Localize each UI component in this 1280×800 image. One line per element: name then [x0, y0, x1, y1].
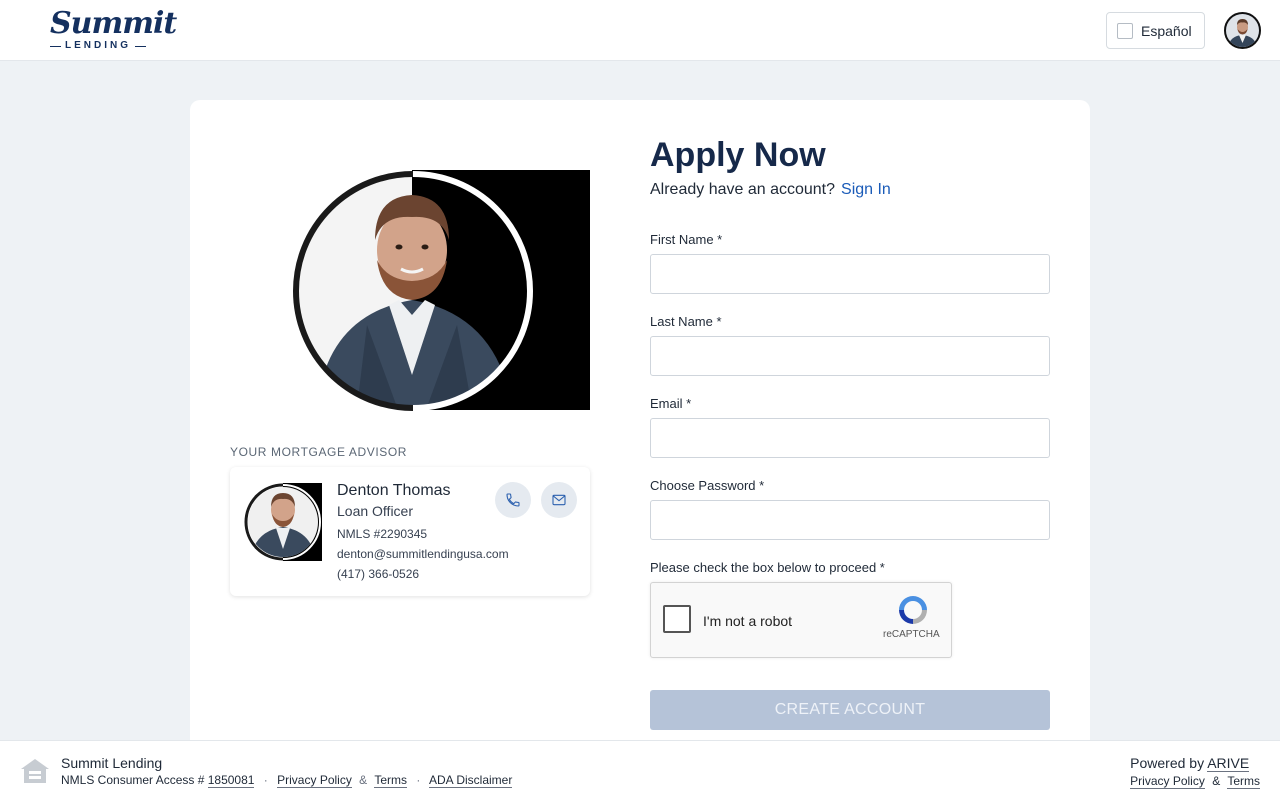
ampersand: &	[359, 773, 368, 787]
advisor-role: Loan Officer	[337, 503, 414, 519]
advisor-phone[interactable]: (417) 366-0526	[337, 567, 419, 581]
advisor-section-title: YOUR MORTGAGE ADVISOR	[230, 445, 408, 459]
sign-in-link[interactable]: Sign In	[841, 181, 891, 198]
captcha-prompt: Please check the box below to proceed *	[650, 560, 885, 575]
arive-link[interactable]: ARIVE	[1207, 755, 1250, 772]
language-toggle-label: Español	[1141, 22, 1192, 39]
summit-lending-logo[interactable]: Summit LENDING	[50, 6, 177, 54]
create-account-button[interactable]: CREATE ACCOUNT	[650, 690, 1050, 730]
ada-disclaimer-link[interactable]: ADA Disclaimer	[429, 773, 513, 788]
avatar-portrait-icon	[1226, 14, 1259, 47]
privacy-policy-link[interactable]: Privacy Policy	[277, 773, 352, 788]
language-toggle[interactable]: Español	[1106, 12, 1205, 49]
application-card: YOUR MORTGAGE ADVISOR Denton Thomas Loan…	[190, 100, 1090, 800]
last-name-label: Last Name *	[650, 314, 722, 329]
last-name-input[interactable]	[650, 336, 1050, 376]
footer: Summit Lending NMLS Consumer Access # 18…	[0, 740, 1280, 800]
footer-right-links: Privacy Policy & Terms	[1130, 774, 1260, 789]
equal-housing-icon	[21, 759, 49, 783]
recaptcha-brand: reCAPTCHA	[883, 629, 940, 640]
logo-subtitle-text: LENDING	[65, 40, 131, 51]
language-checkbox[interactable]	[1117, 22, 1133, 39]
email-input[interactable]	[650, 418, 1050, 458]
phone-icon	[506, 493, 520, 507]
top-bar: Summit LENDING Español	[0, 0, 1280, 61]
advisor-email[interactable]: denton@summitlendingusa.com	[337, 547, 509, 561]
right-privacy-policy-link[interactable]: Privacy Policy	[1130, 774, 1205, 789]
first-name-label: First Name *	[650, 232, 723, 247]
ampersand: &	[1212, 774, 1221, 788]
recaptcha-logo-icon	[899, 596, 927, 624]
mail-icon	[552, 494, 566, 506]
nmls-prefix: NMLS Consumer Access #	[61, 773, 205, 787]
logo-subtitle: LENDING	[50, 40, 146, 52]
call-advisor-button[interactable]	[495, 482, 531, 518]
separator-dot: ·	[416, 773, 421, 787]
advisor-card-portrait-icon	[244, 483, 322, 561]
email-advisor-button[interactable]	[541, 482, 577, 518]
separator-dot: ·	[263, 773, 268, 787]
powered-by-line: Powered by ARIVE	[1130, 755, 1260, 772]
footer-company-name: Summit Lending	[61, 755, 163, 771]
password-input[interactable]	[650, 500, 1050, 540]
email-label: Email *	[650, 396, 692, 411]
advisor-avatar[interactable]	[1224, 12, 1261, 49]
footer-powered-by: Powered by ARIVE Privacy Policy & Terms	[1130, 755, 1260, 789]
advisor-card-avatar	[244, 483, 322, 561]
recaptcha-label: I'm not a robot	[703, 613, 793, 629]
advisor-photo	[293, 170, 590, 411]
password-label: Choose Password *	[650, 478, 765, 493]
right-terms-link[interactable]: Terms	[1227, 774, 1260, 789]
account-prompt-text: Already have an account?	[650, 181, 836, 198]
recaptcha-widget: I'm not a robot reCAPTCHA	[650, 582, 952, 658]
powered-by-text: Powered by	[1130, 755, 1205, 771]
footer-legal-line: NMLS Consumer Access # 1850081 · Privacy…	[61, 773, 513, 788]
terms-link[interactable]: Terms	[374, 773, 407, 788]
advisor-contact-card: Denton Thomas Loan Officer NMLS #2290345…	[230, 467, 590, 596]
advisor-nmls: NMLS #2290345	[337, 527, 428, 541]
advisor-name: Denton Thomas	[337, 482, 451, 499]
nmls-consumer-access-link[interactable]: 1850081	[207, 773, 255, 788]
first-name-input[interactable]	[650, 254, 1050, 294]
logo-wordmark: Summit	[50, 6, 177, 41]
form-title: Apply Now	[650, 136, 826, 174]
account-prompt: Already have an account? Sign In	[650, 181, 891, 199]
recaptcha-checkbox[interactable]	[663, 605, 691, 633]
